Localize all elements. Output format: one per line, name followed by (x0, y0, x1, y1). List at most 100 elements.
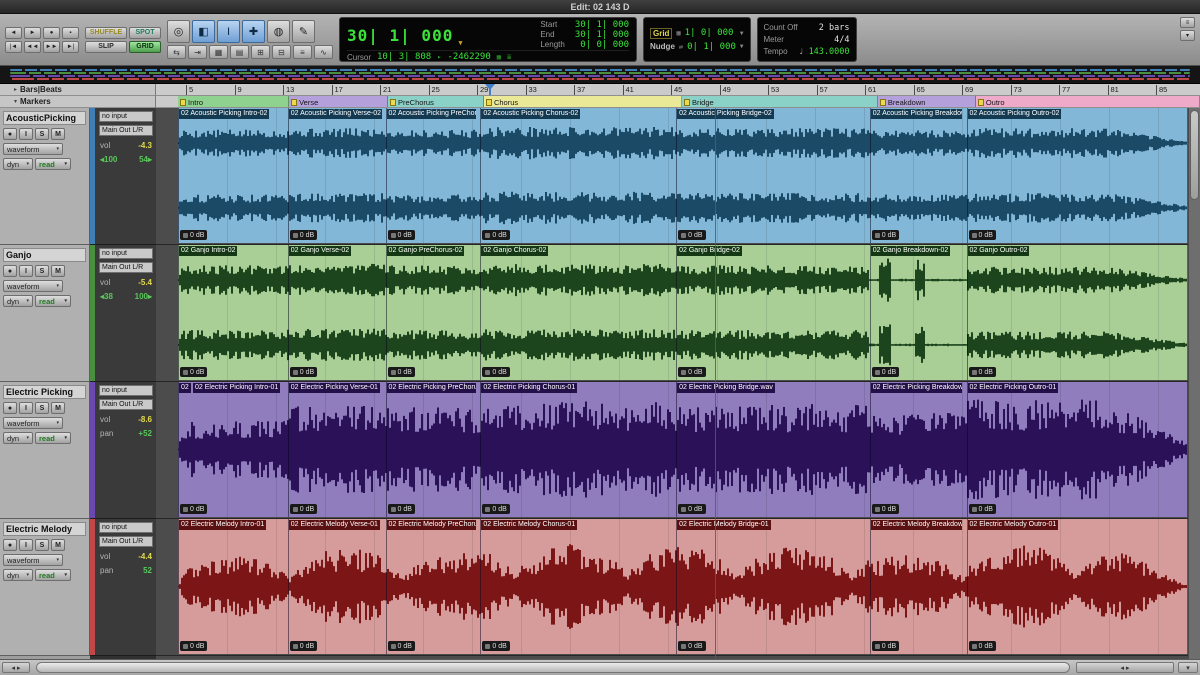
toolbar-misc-icon-4[interactable]: ▤ (230, 45, 249, 59)
input-selector[interactable]: no input (99, 248, 153, 259)
pan-value[interactable]: 52 (143, 566, 152, 575)
input-selector[interactable]: no input (99, 111, 153, 122)
solo-button[interactable]: S (35, 128, 49, 140)
track-view-selector[interactable]: waveform▾ (3, 280, 63, 292)
vertical-scroll-thumb[interactable] (1190, 110, 1199, 200)
selection-length-value[interactable]: 0| 0| 000 (575, 40, 629, 50)
mode-shuffle[interactable]: SHUFFLE (85, 27, 127, 39)
toolbar-misc-icon-6[interactable]: ⊟ (272, 45, 291, 59)
toolbar-menu-icon-2[interactable]: ▾ (1180, 30, 1195, 41)
toolbar-misc-icon-2[interactable]: ⇥ (188, 45, 207, 59)
ruler-expand-icon[interactable]: ▸ (14, 86, 17, 93)
counter-caret-icon[interactable]: ▼ (458, 39, 463, 47)
tool-trim[interactable]: ◧ (192, 20, 215, 43)
tool-selector[interactable]: I (217, 20, 240, 43)
output-selector[interactable]: Main Out L/R (99, 399, 153, 410)
automation-mode-button[interactable]: read▾ (35, 569, 71, 581)
record-button[interactable]: ● (3, 402, 17, 414)
clip-gain-badge[interactable]: 0 dB (388, 641, 415, 651)
hscroll-left-buttons[interactable]: ◂ ▸ (2, 662, 30, 673)
track-header-acousticpicking[interactable]: AcousticPicking●ISMwaveform▾dyn▾read▾ (0, 108, 90, 245)
clips-ganjo[interactable]: 02 Ganjo Intro-020 dB02 Ganjo Verse-020 … (178, 245, 1188, 380)
track-view-selector[interactable]: waveform▾ (3, 554, 63, 566)
tool-pencil[interactable]: ✎ (292, 20, 315, 43)
clip-gain-badge[interactable]: 0 dB (388, 504, 415, 514)
selection-end-value[interactable]: 30| 1| 000 (575, 30, 629, 40)
clip-gain-badge[interactable]: 0 dB (872, 230, 899, 240)
window-titlebar[interactable]: Edit: 02 143 D (0, 0, 1200, 14)
universe-overview[interactable] (0, 66, 1200, 84)
clip-gain-badge[interactable]: 0 dB (482, 230, 509, 240)
nudge-value[interactable]: 0| 1| 000 (687, 42, 736, 52)
clip-gain-badge[interactable]: 0 dB (872, 504, 899, 514)
record-button[interactable]: ● (3, 265, 17, 277)
mode-slip[interactable]: SLIP (85, 41, 127, 53)
automation-mode-button[interactable]: read▾ (35, 295, 71, 307)
grid-row[interactable]: Grid ▦ 1| 0| 000 ▼ (650, 28, 744, 39)
markers-expand-icon[interactable]: ▾ (14, 98, 17, 105)
nudge-row[interactable]: Nudge ⇄ 0| 1| 000 ▼ (650, 42, 744, 52)
marker-breakdown[interactable]: Breakdown (878, 96, 976, 108)
marker-intro[interactable]: Intro (178, 96, 289, 108)
clip-gain-badge[interactable]: 0 dB (969, 230, 996, 240)
cursor-grid-icon[interactable]: ▦ (497, 53, 501, 61)
cursor-list-icon[interactable]: ≣ (507, 53, 511, 61)
clip-gain-badge[interactable]: 0 dB (872, 641, 899, 651)
hscroll-zoom-box[interactable]: ◂ ▸ (1076, 662, 1174, 673)
mute-button[interactable]: M (51, 402, 65, 414)
meter-row[interactable]: Meter 4/4 (764, 35, 850, 45)
clip-gain-badge[interactable]: 0 dB (678, 504, 705, 514)
countoff-row[interactable]: Count Off 2 bars (764, 23, 850, 33)
markers-ruler[interactable]: IntroVersePreChorusChorusBridgeBreakdown… (156, 96, 1200, 108)
track-view-selector[interactable]: waveform▾ (3, 143, 63, 155)
grid-caret-icon[interactable]: ▼ (740, 30, 744, 37)
tempo-row[interactable]: Tempo ♩ 143.0000 (764, 47, 850, 57)
mute-button[interactable]: M (51, 539, 65, 551)
solo-button[interactable]: S (35, 402, 49, 414)
zoom-button-4[interactable]: ▪ (62, 27, 79, 39)
marker-outro[interactable]: Outro (976, 96, 1200, 108)
pan-value[interactable]: +52 (138, 429, 152, 438)
automation-dyn-button[interactable]: dyn▾ (3, 432, 33, 444)
clip-gain-badge[interactable]: 0 dB (388, 230, 415, 240)
automation-mode-button[interactable]: read▾ (35, 158, 71, 170)
record-button[interactable]: ● (3, 539, 17, 551)
horizontal-scrollbar[interactable]: ◂ ▸ ◂ ▸ ▾ (0, 659, 1200, 675)
tool-zoomer[interactable]: ◎ (167, 20, 190, 43)
pan-values[interactable]: ◂10054▸ (100, 155, 152, 164)
input-monitor-button[interactable]: I (19, 402, 33, 414)
clip-gain-badge[interactable]: 0 dB (678, 230, 705, 240)
automation-dyn-button[interactable]: dyn▾ (3, 295, 33, 307)
horizontal-scroll-thumb[interactable] (36, 662, 1070, 673)
clip-gain-badge[interactable]: 0 dB (969, 641, 996, 651)
mode-spot[interactable]: SPOT (129, 27, 161, 39)
clip-gain-badge[interactable]: 0 dB (482, 367, 509, 377)
clip-gain-badge[interactable]: 0 dB (180, 367, 207, 377)
zoom-button-3[interactable]: ● (43, 27, 60, 39)
vol-value[interactable]: -8.6 (138, 415, 152, 424)
track-header-electric-picking[interactable]: Electric Picking●ISMwaveform▾dyn▾read▾ (0, 382, 90, 519)
input-monitor-button[interactable]: I (19, 265, 33, 277)
solo-button[interactable]: S (35, 539, 49, 551)
marker-verse[interactable]: Verse (289, 96, 388, 108)
clip-gain-badge[interactable]: 0 dB (290, 641, 317, 651)
clip-gain-badge[interactable]: 0 dB (678, 641, 705, 651)
toolbar-misc-icon-7[interactable]: ≡ (293, 45, 312, 59)
toolbar-misc-icon-5[interactable]: ⊞ (251, 45, 270, 59)
bars-beats-ruler[interactable]: 5913172125293337414549535761656973778185 (156, 84, 1200, 96)
automation-mode-button[interactable]: read▾ (35, 432, 71, 444)
track-view-selector[interactable]: waveform▾ (3, 417, 63, 429)
main-counter[interactable]: 30| 1| 000 ▼ (347, 20, 464, 50)
mute-button[interactable]: M (51, 128, 65, 140)
solo-button[interactable]: S (35, 265, 49, 277)
clip-gain-badge[interactable]: 0 dB (969, 504, 996, 514)
marker-chorus[interactable]: Chorus (484, 96, 682, 108)
track-header-electric-melody[interactable]: Electric Melody●ISMwaveform▾dyn▾read▾ (0, 519, 90, 656)
track-header-ganjo[interactable]: Ganjo●ISMwaveform▾dyn▾read▾ (0, 245, 90, 382)
edit-cursor-marker[interactable] (489, 84, 491, 95)
output-selector[interactable]: Main Out L/R (99, 262, 153, 273)
mute-button[interactable]: M (51, 265, 65, 277)
zoom-button-7[interactable]: ►► (43, 41, 60, 53)
clips-electric-melody[interactable]: 02 Electric Melody Intro-010 dB02 Electr… (178, 519, 1188, 654)
automation-dyn-button[interactable]: dyn▾ (3, 569, 33, 581)
